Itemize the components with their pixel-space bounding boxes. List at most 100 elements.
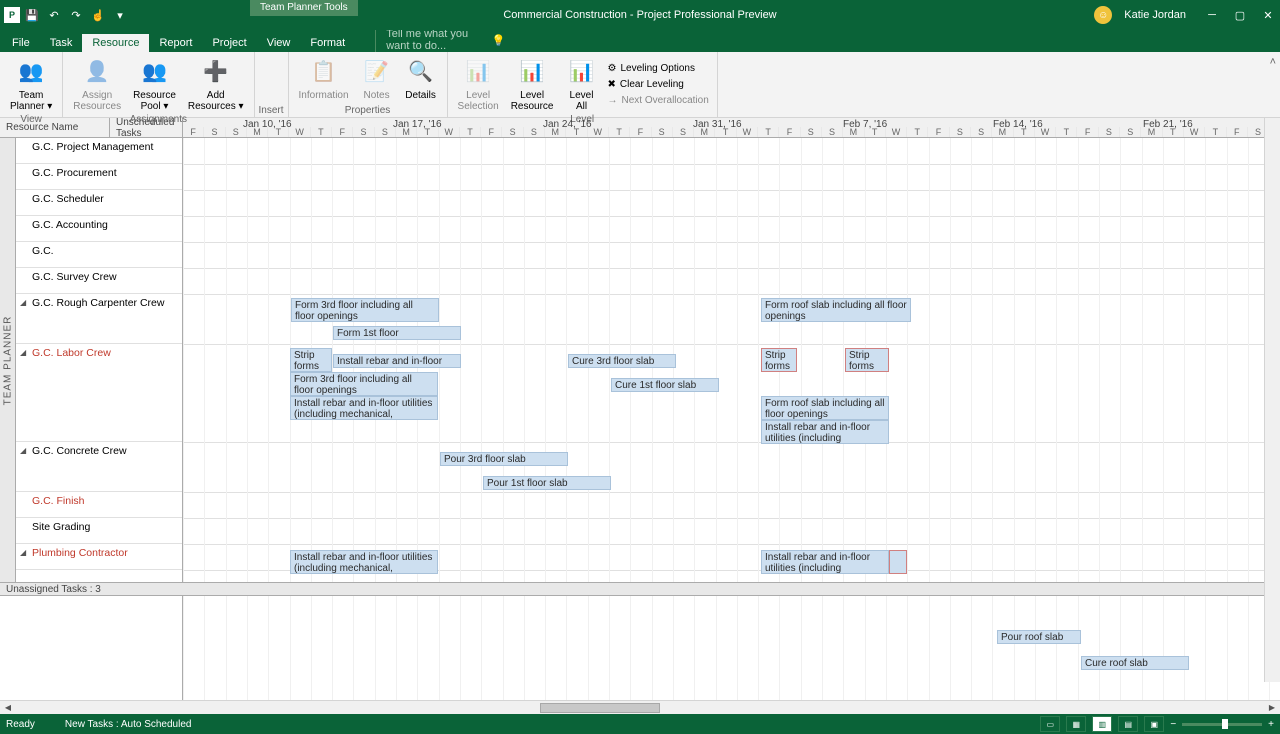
tab-report[interactable]: Report (149, 34, 202, 52)
day-cell: F (630, 127, 651, 137)
view-gantt-icon[interactable]: ▭ (1040, 716, 1060, 732)
undo-icon[interactable]: ↶ (44, 5, 64, 25)
team-planner[interactable]: 👥TeamPlanner ▾ (4, 54, 58, 114)
resource-row[interactable]: G.C. Project Management (16, 138, 182, 164)
view-team-planner-icon[interactable]: ▥ (1092, 716, 1112, 732)
resource-row[interactable]: G.C. Accounting (16, 216, 182, 242)
tell-me-search[interactable]: Tell me what you want to do...💡 (375, 28, 505, 52)
details-icon: 🔍 (405, 56, 437, 88)
level-selection-icon: 📊 (462, 56, 494, 88)
leveling-options[interactable]: ⚙Leveling Options (604, 61, 713, 76)
feedback-icon[interactable]: ☺ (1094, 6, 1112, 24)
resource-pool[interactable]: 👥ResourcePool ▾ (127, 54, 182, 114)
day-cell: T (460, 127, 481, 137)
day-cell: S (673, 127, 694, 137)
task-bar[interactable]: Strip forms (761, 348, 797, 372)
level-resource[interactable]: 📊LevelResource (505, 54, 560, 114)
day-cell: T (566, 127, 587, 137)
scroll-right-icon[interactable]: ▶ (1264, 701, 1280, 715)
resource-row[interactable]: Site Grading (16, 518, 182, 544)
task-bar[interactable]: Form 3rd floor including all floor openi… (291, 298, 439, 322)
view-report-icon[interactable]: ▣ (1144, 716, 1164, 732)
touch-icon[interactable]: ☝ (88, 5, 108, 25)
maximize-icon[interactable]: ▢ (1228, 4, 1252, 26)
task-bar[interactable]: Cure 3rd floor slab (568, 354, 676, 368)
task-bar[interactable] (889, 550, 907, 574)
vertical-scrollbar[interactable] (1264, 118, 1280, 682)
resource-row[interactable]: G.C. Procurement (16, 164, 182, 190)
task-bar[interactable]: Install rebar and in-floor utilities (in… (290, 550, 438, 574)
resource-row[interactable]: ◢G.C. Concrete Crew (16, 442, 182, 492)
resource-column: G.C. Project ManagementG.C. ProcurementG… (16, 138, 183, 582)
redo-icon[interactable]: ↷ (66, 5, 86, 25)
task-bar[interactable]: Form roof slab including all floor openi… (761, 298, 911, 322)
day-cell: T (758, 127, 779, 137)
day-cell: W (1184, 127, 1205, 137)
zoom-out-icon[interactable]: − (1170, 719, 1176, 730)
unassigned-task-bar[interactable]: Pour roof slab (997, 630, 1081, 644)
unassigned-grid[interactable]: Pour roof slabCure roof slab (183, 596, 1280, 700)
day-cell: S (375, 127, 396, 137)
task-bar[interactable]: Install rebar and in-floor utilities (in… (290, 396, 438, 420)
unassigned-task-bar[interactable]: Cure roof slab (1081, 656, 1189, 670)
task-bar[interactable]: Install rebar and in-floor utilities (in… (761, 550, 889, 574)
task-bar[interactable]: Form 3rd floor including all floor openi… (290, 372, 438, 396)
task-bar[interactable]: Cure 1st floor slab (611, 378, 719, 392)
horizontal-scrollbar[interactable]: ◀ ▶ (0, 700, 1280, 714)
resource-row[interactable]: G.C. Finish (16, 492, 182, 518)
assign-resources-icon: 👤 (81, 56, 113, 88)
task-bar[interactable]: Strip forms (290, 348, 332, 372)
status-schedule-mode: New Tasks : Auto Scheduled (65, 719, 192, 730)
zoom-slider[interactable] (1182, 723, 1262, 726)
task-bar[interactable]: Form 1st floor (333, 326, 461, 340)
user-name: Katie Jordan (1124, 9, 1186, 21)
hscroll-thumb[interactable] (540, 703, 660, 713)
resource-row[interactable]: ◢Plumbing Contractor (16, 544, 182, 570)
task-bar[interactable]: Pour 1st floor slab (483, 476, 611, 490)
save-icon[interactable]: 💾 (22, 5, 42, 25)
window-title: Commercial Construction - Project Profes… (503, 9, 776, 21)
collapse-caret-icon[interactable]: ◢ (20, 348, 26, 357)
tab-format[interactable]: Format (300, 34, 355, 52)
collapse-ribbon-icon[interactable]: ˄ (1270, 56, 1276, 68)
day-cell: F (481, 127, 502, 137)
scroll-left-icon[interactable]: ◀ (0, 701, 16, 715)
details[interactable]: 🔍Details (399, 54, 443, 105)
ribbon-group-insert: Insert (255, 52, 289, 117)
qat-customize-icon[interactable]: ▾ (110, 5, 130, 25)
day-cell: W (1035, 127, 1056, 137)
leveling-options-icon: ⚙ (608, 63, 617, 74)
resource-row[interactable]: G.C. Survey Crew (16, 268, 182, 294)
task-grid[interactable]: Form 3rd floor including all floor openi… (183, 138, 1280, 582)
close-icon[interactable]: ✕ (1256, 4, 1280, 26)
resource-row[interactable]: ◢G.C. Rough Carpenter Crew (16, 294, 182, 344)
hscroll-track[interactable] (16, 701, 1264, 715)
day-cell: S (204, 127, 225, 137)
add-resources[interactable]: ➕AddResources ▾ (182, 54, 250, 114)
level-all[interactable]: 📊LevelAll (560, 54, 604, 114)
task-bar[interactable]: Form roof slab including all floor openi… (761, 396, 889, 420)
tab-view[interactable]: View (257, 34, 301, 52)
tab-project[interactable]: Project (202, 34, 256, 52)
collapse-caret-icon[interactable]: ◢ (20, 548, 26, 557)
resource-row[interactable]: G.C. (16, 242, 182, 268)
day-cell: M (545, 127, 566, 137)
day-cell: S (524, 127, 545, 137)
collapse-caret-icon[interactable]: ◢ (20, 446, 26, 455)
clear-leveling[interactable]: ✖Clear Leveling (604, 77, 713, 92)
task-bar[interactable]: Install rebar and in-floor utilities (in… (761, 420, 889, 444)
task-bar[interactable]: Pour 3rd floor slab (440, 452, 568, 466)
view-resource-sheet-icon[interactable]: ▤ (1118, 716, 1138, 732)
tab-resource[interactable]: Resource (82, 34, 149, 52)
task-bar[interactable]: Strip forms (845, 348, 889, 372)
collapse-caret-icon[interactable]: ◢ (20, 298, 26, 307)
view-task-usage-icon[interactable]: ▦ (1066, 716, 1086, 732)
task-bar[interactable]: Install rebar and in-floor utilities (333, 354, 461, 368)
resource-row[interactable]: ◢G.C. Labor Crew (16, 344, 182, 442)
minimize-icon[interactable]: ─ (1200, 4, 1224, 26)
day-cell: W (289, 127, 310, 137)
tab-file[interactable]: File (2, 34, 40, 52)
resource-row[interactable]: G.C. Scheduler (16, 190, 182, 216)
zoom-in-icon[interactable]: + (1268, 719, 1274, 730)
tab-task[interactable]: Task (40, 34, 83, 52)
